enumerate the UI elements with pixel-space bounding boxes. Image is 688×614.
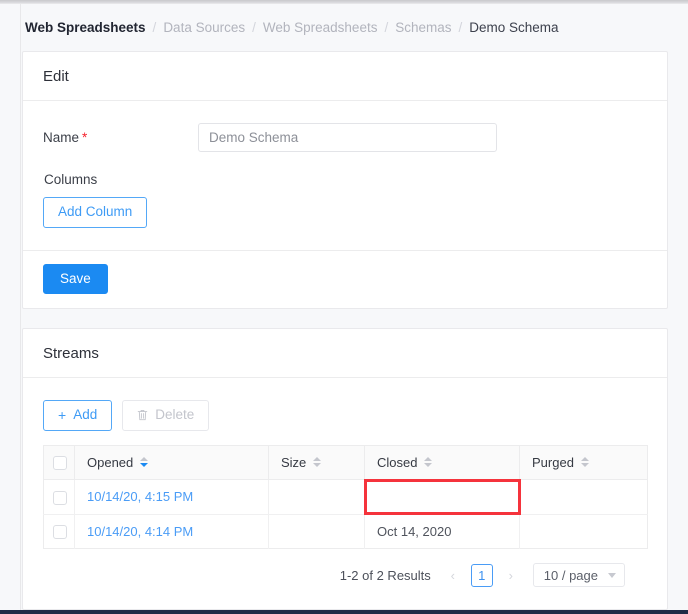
- edit-card: Edit Name* Columns Add Column Save: [22, 51, 668, 309]
- breadcrumb-item-schemas[interactable]: Schemas: [395, 20, 451, 35]
- table-header-row: Opened Size: [44, 445, 648, 480]
- sort-purged-icon[interactable]: [581, 457, 589, 467]
- column-header-purged-label: Purged: [532, 455, 574, 470]
- cell-purged: [520, 480, 648, 515]
- page-size-label: 10 / page: [544, 568, 598, 583]
- edit-card-body: Name* Columns Add Column: [23, 101, 667, 250]
- chevron-down-icon: [608, 573, 616, 578]
- column-header-purged[interactable]: Purged: [520, 445, 648, 480]
- stream-link[interactable]: 10/14/20, 4:15 PM: [87, 489, 193, 504]
- cell-size: [269, 480, 365, 515]
- add-stream-button[interactable]: + Add: [43, 400, 112, 431]
- pagination: 1-2 of 2 Results ‹ 1 › 10 / page: [43, 549, 647, 587]
- edit-card-title: Edit: [23, 52, 667, 101]
- cell-opened: 10/14/20, 4:14 PM: [75, 514, 269, 549]
- breadcrumb-separator: /: [153, 20, 157, 35]
- add-stream-button-label: Add: [73, 408, 97, 422]
- add-column-button[interactable]: Add Column: [43, 197, 147, 228]
- breadcrumb-separator: /: [252, 20, 256, 35]
- row-select-cell: [44, 480, 75, 515]
- left-rail-divider: [0, 4, 21, 610]
- pagination-next-button[interactable]: ›: [502, 564, 520, 586]
- streams-toolbar: + Add Delete: [43, 400, 647, 431]
- row-checkbox[interactable]: [53, 525, 67, 539]
- breadcrumb-separator: /: [459, 20, 463, 35]
- select-all-header-cell: [44, 445, 75, 480]
- streams-table-body: 10/14/20, 4:15 PM 10/14/20, 4:14 PM: [44, 480, 648, 549]
- cell-closed: [365, 480, 520, 515]
- page-content: Web Spreadsheets / Data Sources / Web Spread…: [22, 4, 688, 610]
- pagination-total: 1-2 of 2 Results: [340, 568, 431, 583]
- pagination-page-1[interactable]: 1: [471, 564, 493, 587]
- delete-stream-button[interactable]: Delete: [122, 400, 209, 431]
- row-select-cell: [44, 514, 75, 549]
- columns-label: Columns: [44, 172, 647, 187]
- required-asterisk: *: [82, 130, 87, 145]
- page-size-select[interactable]: 10 / page: [533, 563, 625, 587]
- name-label: Name*: [43, 130, 198, 145]
- save-button[interactable]: Save: [43, 264, 108, 294]
- cell-purged: [520, 514, 648, 549]
- column-header-opened-label: Opened: [87, 455, 133, 470]
- streams-table-head: Opened Size: [44, 445, 648, 480]
- breadcrumb-item-data-sources[interactable]: Data Sources: [163, 20, 245, 35]
- trash-icon: [137, 409, 148, 421]
- breadcrumb-item-web-spreadsheets-root[interactable]: Web Spreadsheets: [25, 20, 146, 35]
- column-header-size-label: Size: [281, 455, 306, 470]
- breadcrumb-item-web-spreadsheets[interactable]: Web Spreadsheets: [263, 20, 378, 35]
- streams-card-body: + Add Delete: [23, 378, 667, 610]
- column-header-opened[interactable]: Opened: [75, 445, 269, 480]
- status-bar: [0, 610, 688, 614]
- cell-closed: Oct 14, 2020: [365, 514, 520, 549]
- cell-opened: 10/14/20, 4:15 PM: [75, 480, 269, 515]
- breadcrumb-separator: /: [384, 20, 388, 35]
- sort-closed-icon[interactable]: [424, 457, 432, 467]
- pagination-prev-button[interactable]: ‹: [444, 564, 462, 586]
- name-input[interactable]: [198, 123, 497, 152]
- table-row: 10/14/20, 4:15 PM: [44, 480, 648, 515]
- streams-table-wrap: Opened Size: [43, 445, 647, 550]
- cell-size: [269, 514, 365, 549]
- row-checkbox[interactable]: [53, 491, 67, 505]
- column-header-closed-label: Closed: [377, 455, 417, 470]
- delete-stream-button-label: Delete: [155, 408, 194, 422]
- sort-opened-icon[interactable]: [140, 457, 148, 467]
- name-form-row: Name*: [43, 123, 647, 152]
- sort-size-icon[interactable]: [313, 457, 321, 467]
- streams-card-title: Streams: [23, 329, 667, 378]
- name-label-text: Name: [43, 130, 79, 145]
- table-row: 10/14/20, 4:14 PM Oct 14, 2020: [44, 514, 648, 549]
- select-all-checkbox[interactable]: [53, 456, 67, 470]
- breadcrumb: Web Spreadsheets / Data Sources / Web Spread…: [22, 4, 688, 51]
- breadcrumb-item-demo-schema: Demo Schema: [469, 20, 558, 35]
- plus-icon: +: [58, 408, 66, 422]
- streams-card: Streams + Add Delete: [22, 328, 668, 611]
- stream-link[interactable]: 10/14/20, 4:14 PM: [87, 524, 193, 539]
- streams-table: Opened Size: [43, 445, 648, 550]
- edit-card-footer: Save: [23, 250, 667, 308]
- column-header-size[interactable]: Size: [269, 445, 365, 480]
- column-header-closed[interactable]: Closed: [365, 445, 520, 480]
